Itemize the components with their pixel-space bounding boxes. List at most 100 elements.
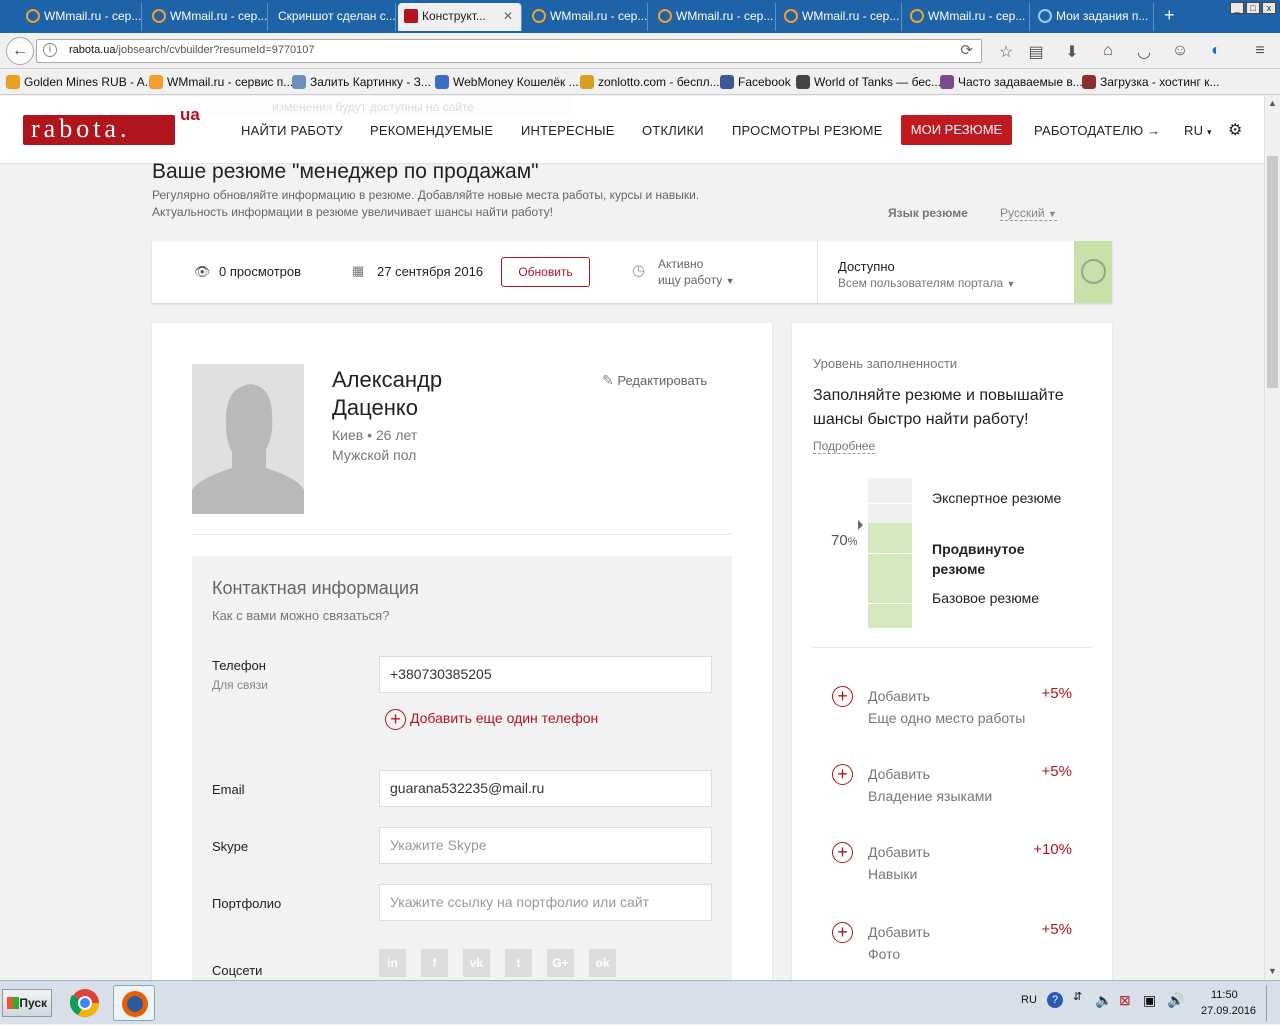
scroll-down-icon[interactable]: ▼ [1268,966,1277,976]
tray-expand-icon[interactable]: ⇵ [1073,990,1082,1003]
info-icon[interactable]: i [43,43,57,57]
chrome-app-icon[interactable] [64,985,106,1021]
clock-date[interactable]: 27.09.2016 [1201,1005,1256,1017]
availability-select[interactable]: Всем пользователям портала ▼ [838,276,1015,290]
edit-button[interactable]: ✎ Редактировать [602,372,707,389]
activity-value: ищу работу [658,273,723,287]
browser-tab[interactable]: WMmail.ru - сер... [904,3,1030,31]
site-logo[interactable]: rabota. [23,115,175,145]
bookmark-item[interactable]: Залить Картинку - З... [290,75,431,89]
browser-tab[interactable]: WMmail.ru - сер... [526,3,648,31]
close-tab-icon[interactable]: ✕ [503,3,513,29]
home-icon[interactable]: ⌂ [1098,42,1118,60]
bookmark-item[interactable]: WebMoney Кошелёк ... [433,75,579,89]
gear-icon[interactable]: ⚙ [1228,120,1242,140]
keyboard-language[interactable]: RU [1021,994,1037,1006]
speaker-icon[interactable]: 🔈 [1095,992,1112,1009]
maximize-icon[interactable]: □ [1246,2,1260,14]
wmmail-favicon-icon [658,9,672,23]
scrollbar-thumb[interactable] [1267,156,1278,388]
bookmark-label: WMmail.ru - сервис п... [167,75,294,89]
wot-icon [796,75,810,89]
browser-tab[interactable]: WMmail.ru - сер... [20,3,142,31]
bookmark-item[interactable]: Загрузка - хостинг к... [1080,75,1220,89]
portfolio-field[interactable]: Укажите ссылку на портфолио или сайт [379,884,712,921]
activity-select[interactable]: ищу работу ▼ [658,273,735,287]
bookmark-item[interactable]: Часто задаваемые в... [938,75,1083,89]
nav-employer[interactable]: РАБОТОДАТЕЛЮ → [1034,123,1160,138]
update-button[interactable]: Обновить [501,257,590,287]
network-icon[interactable]: ⊠ [1119,992,1131,1009]
browser-tab-active[interactable]: Конструкт... ✕ [398,3,522,31]
nav-find-job[interactable]: НАЙТИ РАБОТУ [241,123,343,138]
bookmark-item[interactable]: World of Tanks — бес... [794,75,941,89]
email-field[interactable]: guarana532235@mail.ru [379,770,712,807]
twitter-icon[interactable]: t [505,949,532,977]
browser-tab[interactable]: WMmail.ru - сер... [778,3,902,31]
url-bar[interactable]: i rabota.ua/jobsearch/cvbuilder?resumeId… [36,39,982,63]
google-plus-icon[interactable]: G+ [547,949,574,977]
help-icon[interactable]: ? [1047,992,1063,1008]
bookmark-star-icon[interactable]: ☆ [996,42,1016,62]
nav-recommended[interactable]: РЕКОМЕНДУЕМЫЕ [370,123,493,138]
add-item-action[interactable]: Добавить [868,924,930,940]
minimize-icon[interactable]: _ [1230,2,1244,14]
add-item-action[interactable]: Добавить [868,688,930,704]
add-item-bonus: +5% [1041,763,1072,780]
scroll-up-icon[interactable]: ▲ [1268,98,1277,108]
language-select[interactable]: RU ▾ [1184,123,1212,138]
bookmark-item[interactable]: zonlotto.com - беспл... [578,75,720,89]
browser-tab[interactable]: WMmail.ru - сер... [652,3,776,31]
vertical-scrollbar[interactable]: ▲ ▼ [1264,96,1280,980]
add-item-label: Владение языками [868,788,993,804]
bookmark-item[interactable]: WMmail.ru - сервис п... [147,75,293,89]
resume-language-select[interactable]: Русский ▼ [1000,206,1057,221]
more-link[interactable]: Подробнее [813,439,876,454]
linkedin-icon[interactable]: in [379,949,406,977]
pocket-icon[interactable]: ◡ [1134,42,1154,62]
plus-circle-icon[interactable]: + [832,686,853,707]
add-item-action[interactable]: Добавить [868,766,930,782]
menu-icon[interactable]: ≡ [1250,42,1270,60]
plus-circle-icon[interactable]: + [832,764,853,785]
firefox-app-icon[interactable] [113,985,155,1021]
nav-interesting[interactable]: ИНТЕРЕСНЫЕ [521,123,615,138]
skype-field[interactable]: Укажите Skype [379,827,712,864]
reload-icon[interactable]: ⟳ [960,41,973,59]
extension-icon[interactable]: ◐ [1206,42,1226,60]
edit-label: Редактировать [617,373,708,388]
new-tab-button[interactable]: + [1164,5,1175,26]
back-arrow-icon[interactable]: ← [6,37,34,65]
nav-my-resumes[interactable]: МОИ РЕЗЮМЕ [901,115,1012,145]
bookmark-item[interactable]: Facebook [718,75,791,89]
nav-resume-views[interactable]: ПРОСМОТРЫ РЕЗЮМЕ [732,123,883,138]
browser-tab[interactable]: WMmail.ru - сер... [146,3,268,31]
email-label: Email [212,782,245,797]
reading-list-icon[interactable]: ▤ [1026,42,1046,62]
start-button[interactable]: Пуск [2,989,52,1017]
facebook-icon[interactable]: f [421,949,448,977]
chat-icon[interactable]: ☺ [1170,42,1190,60]
chevron-down-icon: ▾ [1207,127,1212,137]
bookmark-item[interactable]: Golden Mines RUB - A... [4,75,155,89]
device-icon[interactable]: ▣ [1143,992,1156,1009]
volume-icon[interactable]: 🔊 [1167,992,1184,1009]
vk-icon[interactable]: vk [463,949,490,977]
avatar[interactable] [192,364,304,514]
browser-tab[interactable]: Скриншот сделан с... [270,3,396,31]
tab-label: WMmail.ru - сер... [44,9,142,23]
nav-responses[interactable]: ОТКЛИКИ [642,123,704,138]
level-advanced: Продвинутое резюме [932,541,1025,577]
phone-field[interactable]: +380730385205 [379,656,712,693]
show-desktop-button[interactable] [1266,985,1276,1021]
browser-tab[interactable]: Мои задания п... [1032,3,1154,31]
close-window-icon[interactable]: x [1262,2,1276,14]
download-icon[interactable]: ⬇ [1062,42,1082,62]
plus-circle-icon[interactable]: + [832,842,853,863]
plus-circle-icon[interactable]: + [832,922,853,943]
add-phone-button[interactable]: + Добавить еще один телефон [385,709,598,730]
clock-time[interactable]: 11:50 [1211,989,1238,1001]
add-item-action[interactable]: Добавить [868,844,930,860]
odnoklassniki-icon[interactable]: ok [589,949,616,977]
windows-logo-icon [7,997,19,1009]
